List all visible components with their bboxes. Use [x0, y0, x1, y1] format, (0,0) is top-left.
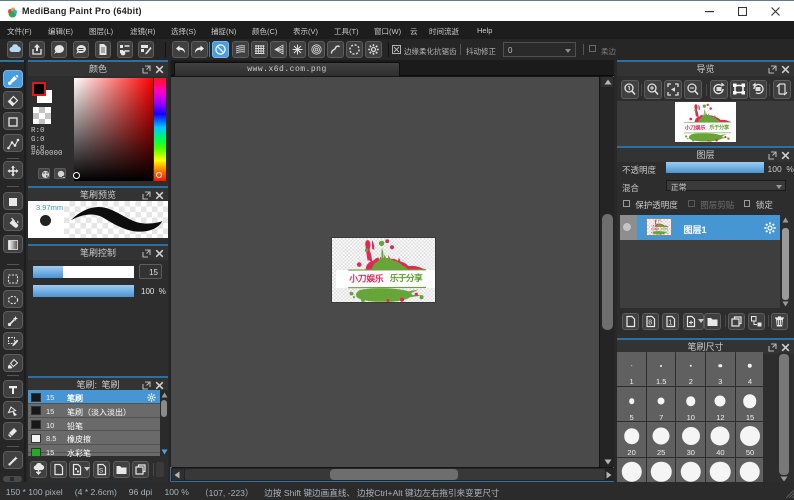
svg-text:1: 1: [669, 319, 673, 326]
svg-text:S: S: [99, 467, 104, 474]
svg-text:8: 8: [648, 319, 652, 326]
